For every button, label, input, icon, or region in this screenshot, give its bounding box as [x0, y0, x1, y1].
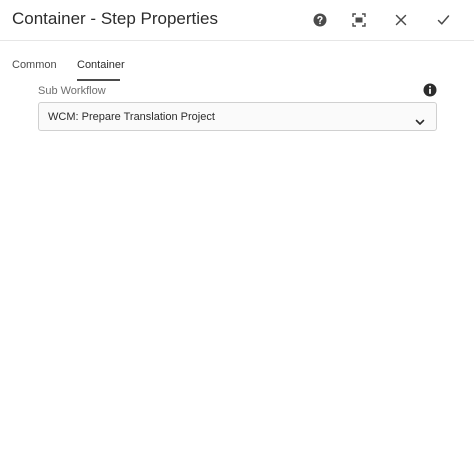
tab-common[interactable]: Common — [12, 59, 57, 71]
fullscreen-icon — [352, 13, 366, 27]
chevron-down-icon — [415, 113, 425, 125]
sub-workflow-selected-value: WCM: Prepare Translation Project — [48, 111, 215, 123]
help-button[interactable] — [309, 9, 331, 31]
checkmark-icon — [437, 14, 450, 26]
active-tab-indicator — [77, 79, 120, 81]
step-properties-dialog: Container - Step Properties Common Conta… — [0, 0, 474, 449]
close-icon — [395, 14, 407, 26]
help-icon — [313, 13, 327, 27]
tab-container[interactable]: Container — [77, 59, 125, 71]
info-icon[interactable] — [423, 83, 437, 97]
dialog-header: Container - Step Properties — [0, 0, 474, 41]
close-button[interactable] — [390, 9, 412, 31]
fullscreen-button[interactable] — [348, 9, 370, 31]
sub-workflow-label: Sub Workflow — [38, 85, 106, 97]
done-button[interactable] — [432, 9, 454, 31]
dialog-title: Container - Step Properties — [12, 9, 218, 28]
tab-list: Common Container — [0, 55, 474, 81]
sub-workflow-select[interactable]: WCM: Prepare Translation Project — [38, 102, 437, 131]
